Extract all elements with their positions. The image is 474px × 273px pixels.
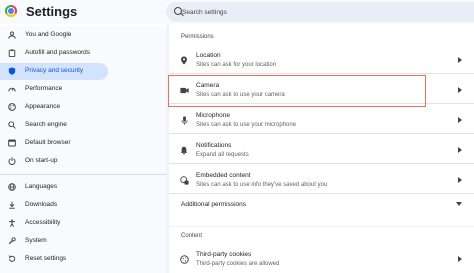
power-icon xyxy=(8,157,16,165)
permission-row-location[interactable]: Location Sites can ask for your location xyxy=(169,46,474,74)
browser-icon xyxy=(8,139,16,147)
row-title: Notifications xyxy=(196,142,232,149)
sidebar-item-label: Default browser xyxy=(25,139,71,146)
sidebar-item-label: Autofill and passwords xyxy=(25,49,91,56)
row-divider xyxy=(169,163,474,164)
sidebar-item-default-browser[interactable]: Default browser xyxy=(0,135,108,152)
sidebar-item-appearance[interactable]: Appearance xyxy=(0,99,108,116)
sidebar-item-search-engine[interactable]: Search engine xyxy=(0,117,108,134)
sidebar-item-label: Search engine xyxy=(25,121,67,128)
sidebar-item-languages[interactable]: Languages xyxy=(0,179,108,196)
row-subtitle: Sites can ask to use your microphone xyxy=(196,122,297,128)
row-title: Third-party cookies xyxy=(196,251,252,258)
additional-permissions-row[interactable]: Additional permissions xyxy=(169,195,474,223)
globe-icon xyxy=(8,183,16,191)
sidebar-divider xyxy=(0,174,166,175)
permission-row-embedded-content[interactable]: Embedded content Sites can ask to use in… xyxy=(169,166,474,194)
chevron-right-icon xyxy=(458,177,462,183)
sidebar-item-you-and-google[interactable]: You and Google xyxy=(0,27,108,44)
sidebar-item-label: Reset settings xyxy=(25,255,67,262)
content-card: Content Third-party cookies Third-party … xyxy=(169,227,474,273)
permissions-card: Permissions Location Sites can ask for y… xyxy=(169,24,474,226)
row-divider xyxy=(169,73,474,74)
bell-icon xyxy=(179,145,189,155)
sidebar-item-on-startup[interactable]: On start-up xyxy=(0,153,108,170)
search-icon xyxy=(8,121,16,129)
search-bar[interactable] xyxy=(166,2,474,22)
sidebar: You and Google Autofill and passwords Pr… xyxy=(0,26,166,273)
row-subtitle: Sites can ask for your location xyxy=(196,62,277,68)
sidebar-item-performance[interactable]: Performance xyxy=(0,81,108,98)
sidebar-item-label: Languages xyxy=(25,183,58,190)
sidebar-item-label: System xyxy=(25,237,47,244)
sidebar-item-label: Performance xyxy=(25,85,63,92)
cookie-icon xyxy=(179,254,189,264)
sidebar-item-reset[interactable]: Reset settings xyxy=(0,251,108,268)
permission-row-microphone[interactable]: Microphone Sites can ask to use your mic… xyxy=(169,106,474,134)
location-pin-icon xyxy=(179,55,189,65)
sidebar-item-label: Downloads xyxy=(25,201,58,208)
microphone-icon xyxy=(179,115,189,125)
sidebar-item-system[interactable]: System xyxy=(0,233,108,250)
wrench-icon xyxy=(8,237,16,245)
section-title-permissions: Permissions xyxy=(181,34,214,40)
page-title: Settings xyxy=(26,4,78,19)
row-title: Embedded content xyxy=(196,172,251,179)
embedded-content-icon xyxy=(179,175,189,185)
clipboard-icon xyxy=(8,49,16,57)
row-divider xyxy=(169,133,474,134)
chevron-right-icon xyxy=(458,147,462,153)
sidebar-item-autofill[interactable]: Autofill and passwords xyxy=(0,45,108,62)
row-subtitle: Sites can ask to use info they've saved … xyxy=(196,182,328,188)
sidebar-item-label: On start-up xyxy=(25,157,58,164)
highlight-box xyxy=(168,75,426,107)
sidebar-item-label: Privacy and security xyxy=(25,67,84,74)
main-content: Permissions Location Sites can ask for y… xyxy=(166,24,474,273)
top-bar: Settings xyxy=(0,0,474,24)
palette-icon xyxy=(8,103,16,111)
speedometer-icon xyxy=(8,85,16,93)
row-subtitle: Expand all requests xyxy=(196,152,249,158)
search-icon xyxy=(174,7,182,15)
content-row-third-party-cookies[interactable]: Third-party cookies Third-party cookies … xyxy=(169,245,474,273)
row-subtitle: Third-party cookies are allowed xyxy=(196,261,280,267)
row-title: Microphone xyxy=(196,112,230,119)
chevron-right-icon xyxy=(458,117,462,123)
chevron-down-icon xyxy=(456,202,462,206)
google-g-icon xyxy=(8,31,16,39)
sidebar-item-downloads[interactable]: Downloads xyxy=(0,197,108,214)
chevron-right-icon xyxy=(458,256,462,262)
sidebar-item-accessibility[interactable]: Accessibility xyxy=(0,215,108,232)
chevron-right-icon xyxy=(458,87,462,93)
sidebar-item-label: You and Google xyxy=(25,31,72,38)
additional-permissions-label: Additional permissions xyxy=(181,201,247,208)
sidebar-item-label: Accessibility xyxy=(25,219,61,226)
search-input[interactable] xyxy=(182,5,462,19)
shield-icon xyxy=(8,67,16,75)
chevron-right-icon xyxy=(458,57,462,63)
accessibility-icon xyxy=(8,219,16,227)
chrome-logo-icon xyxy=(5,5,17,17)
sidebar-item-label: Appearance xyxy=(25,103,61,110)
download-icon xyxy=(8,201,16,209)
section-title-content: Content xyxy=(181,233,203,239)
reset-icon xyxy=(8,255,16,263)
permission-row-notifications[interactable]: Notifications Expand all requests xyxy=(169,136,474,164)
row-title: Location xyxy=(196,52,221,59)
row-divider xyxy=(169,193,474,194)
sidebar-item-privacy[interactable]: Privacy and security xyxy=(0,63,108,80)
